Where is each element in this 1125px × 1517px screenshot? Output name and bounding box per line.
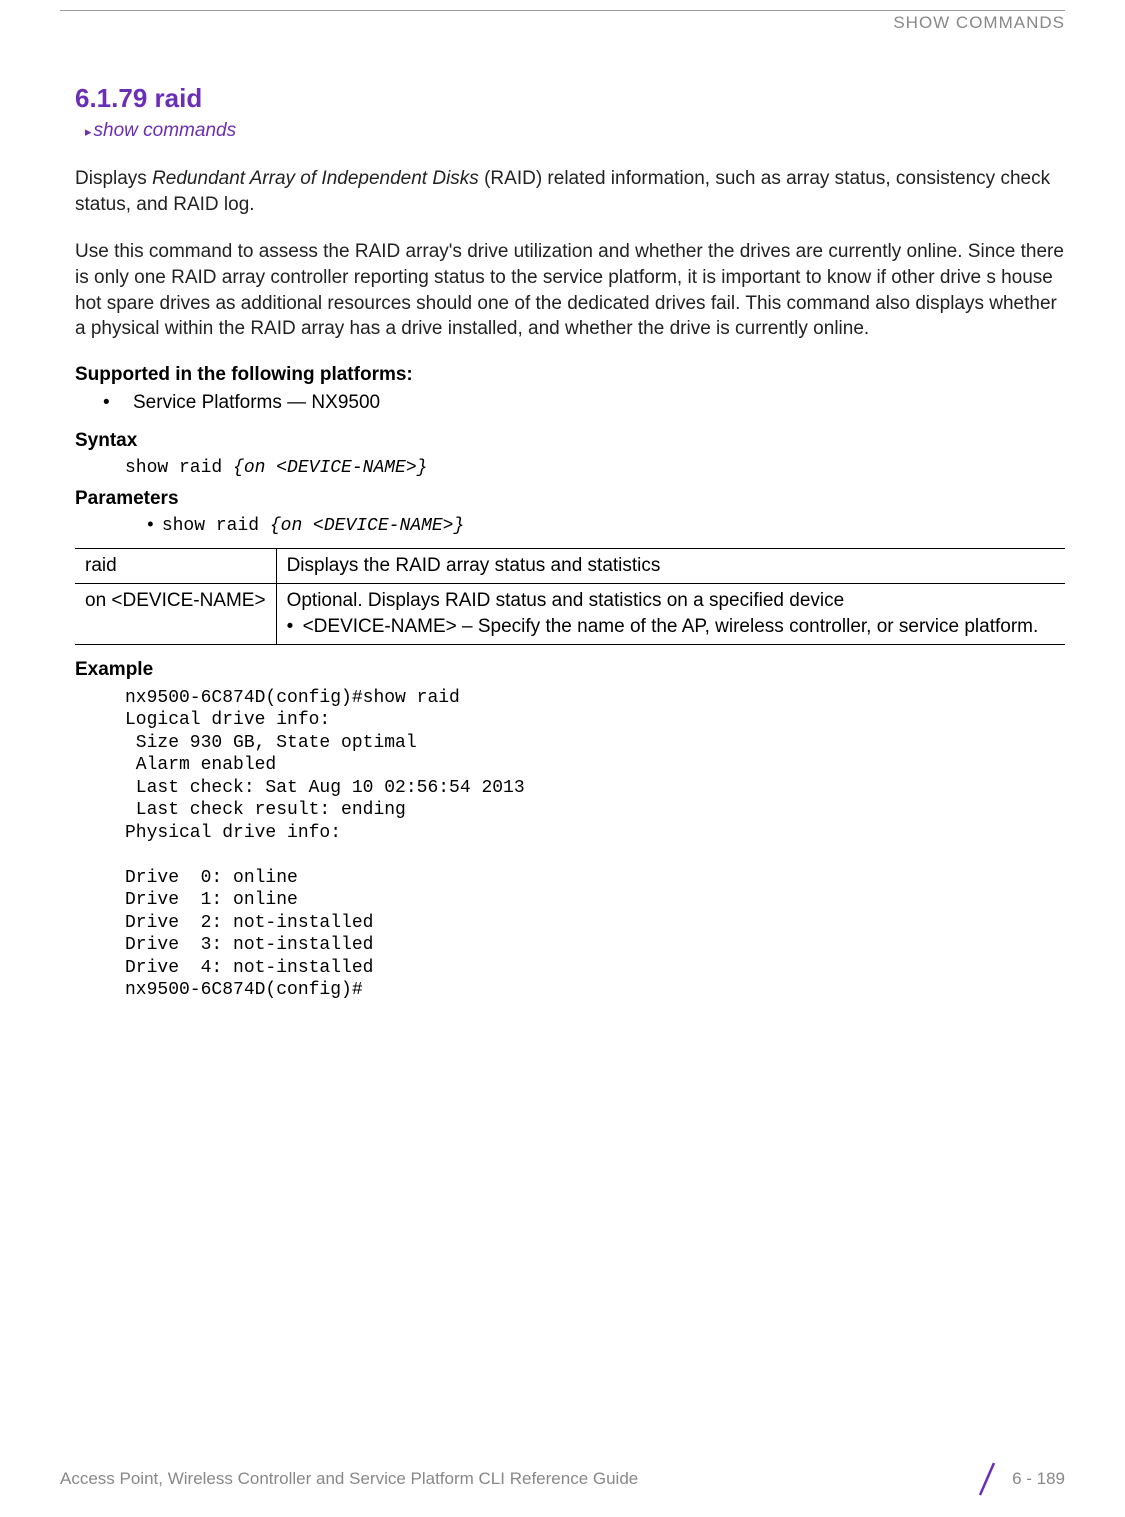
slash-icon bbox=[974, 1461, 998, 1497]
list-item: • Service Platforms — NX9500 bbox=[103, 392, 1065, 414]
syntax-cmd-italic: {on <DEVICE-NAME>} bbox=[233, 458, 427, 478]
supported-item-text: Service Platforms — NX9500 bbox=[133, 392, 380, 414]
parameters-table: raid Displays the RAID array status and … bbox=[75, 548, 1065, 645]
intro-paragraph-1: Displays Redundant Array of Independent … bbox=[75, 166, 1065, 217]
syntax-block: show raid {on <DEVICE-NAME>} bbox=[125, 458, 1065, 478]
example-block: nx9500-6C874D(config)#show raid Logical … bbox=[125, 687, 1065, 1002]
parameters-heading: Parameters bbox=[75, 488, 1065, 510]
breadcrumb-text: show commands bbox=[94, 120, 237, 141]
param-name-cell: raid bbox=[75, 548, 276, 583]
footer-right: 6 - 189 bbox=[974, 1461, 1065, 1497]
param-list-italic: {on <DEVICE-NAME>} bbox=[270, 516, 464, 536]
param-sub-text: <DEVICE-NAME> – Specify the name of the … bbox=[303, 616, 1039, 638]
syntax-heading: Syntax bbox=[75, 430, 1065, 452]
page-content: 6.1.79 raid ▸show commands Displays Redu… bbox=[0, 33, 1125, 1002]
param-sub-bullet: • <DEVICE-NAME> – Specify the name of th… bbox=[287, 616, 1055, 638]
param-desc-cell: Displays the RAID array status and stati… bbox=[276, 548, 1065, 583]
param-name-cell: on <DEVICE-NAME> bbox=[75, 583, 276, 644]
bullet-dot-icon: • bbox=[145, 516, 156, 536]
page-footer: Access Point, Wireless Controller and Se… bbox=[0, 1461, 1125, 1497]
header-section-label: SHOW COMMANDS bbox=[60, 13, 1065, 33]
param-list-plain: show raid bbox=[162, 516, 270, 536]
syntax-cmd-plain: show raid bbox=[125, 458, 233, 478]
bullet-dot-icon: • bbox=[103, 392, 133, 414]
param-desc-cell: Optional. Displays RAID status and stati… bbox=[276, 583, 1065, 644]
footer-line: Access Point, Wireless Controller and Se… bbox=[60, 1461, 1065, 1497]
example-heading: Example bbox=[75, 659, 1065, 681]
parameters-list-line: • show raid {on <DEVICE-NAME>} bbox=[145, 516, 1065, 536]
table-row: raid Displays the RAID array status and … bbox=[75, 548, 1065, 583]
table-row: on <DEVICE-NAME> Optional. Displays RAID… bbox=[75, 583, 1065, 644]
intro-paragraph-2: Use this command to assess the RAID arra… bbox=[75, 239, 1065, 342]
page-number: 6 - 189 bbox=[1012, 1469, 1065, 1489]
intro-p1-prefix: Displays bbox=[75, 168, 152, 189]
header-rule bbox=[60, 10, 1065, 11]
section-heading: 6.1.79 raid bbox=[75, 83, 1065, 114]
bullet-dot-icon: • bbox=[287, 616, 303, 638]
param-desc-text: Optional. Displays RAID status and stati… bbox=[287, 590, 845, 611]
intro-p1-italic: Redundant Array of Independent Disks bbox=[152, 168, 479, 189]
breadcrumb-arrow-icon: ▸ bbox=[85, 124, 92, 139]
breadcrumb: ▸show commands bbox=[85, 120, 1065, 142]
footer-left-text: Access Point, Wireless Controller and Se… bbox=[60, 1469, 638, 1489]
supported-heading: Supported in the following platforms: bbox=[75, 364, 1065, 386]
page-header: SHOW COMMANDS bbox=[0, 0, 1125, 33]
supported-list: • Service Platforms — NX9500 bbox=[103, 392, 1065, 414]
